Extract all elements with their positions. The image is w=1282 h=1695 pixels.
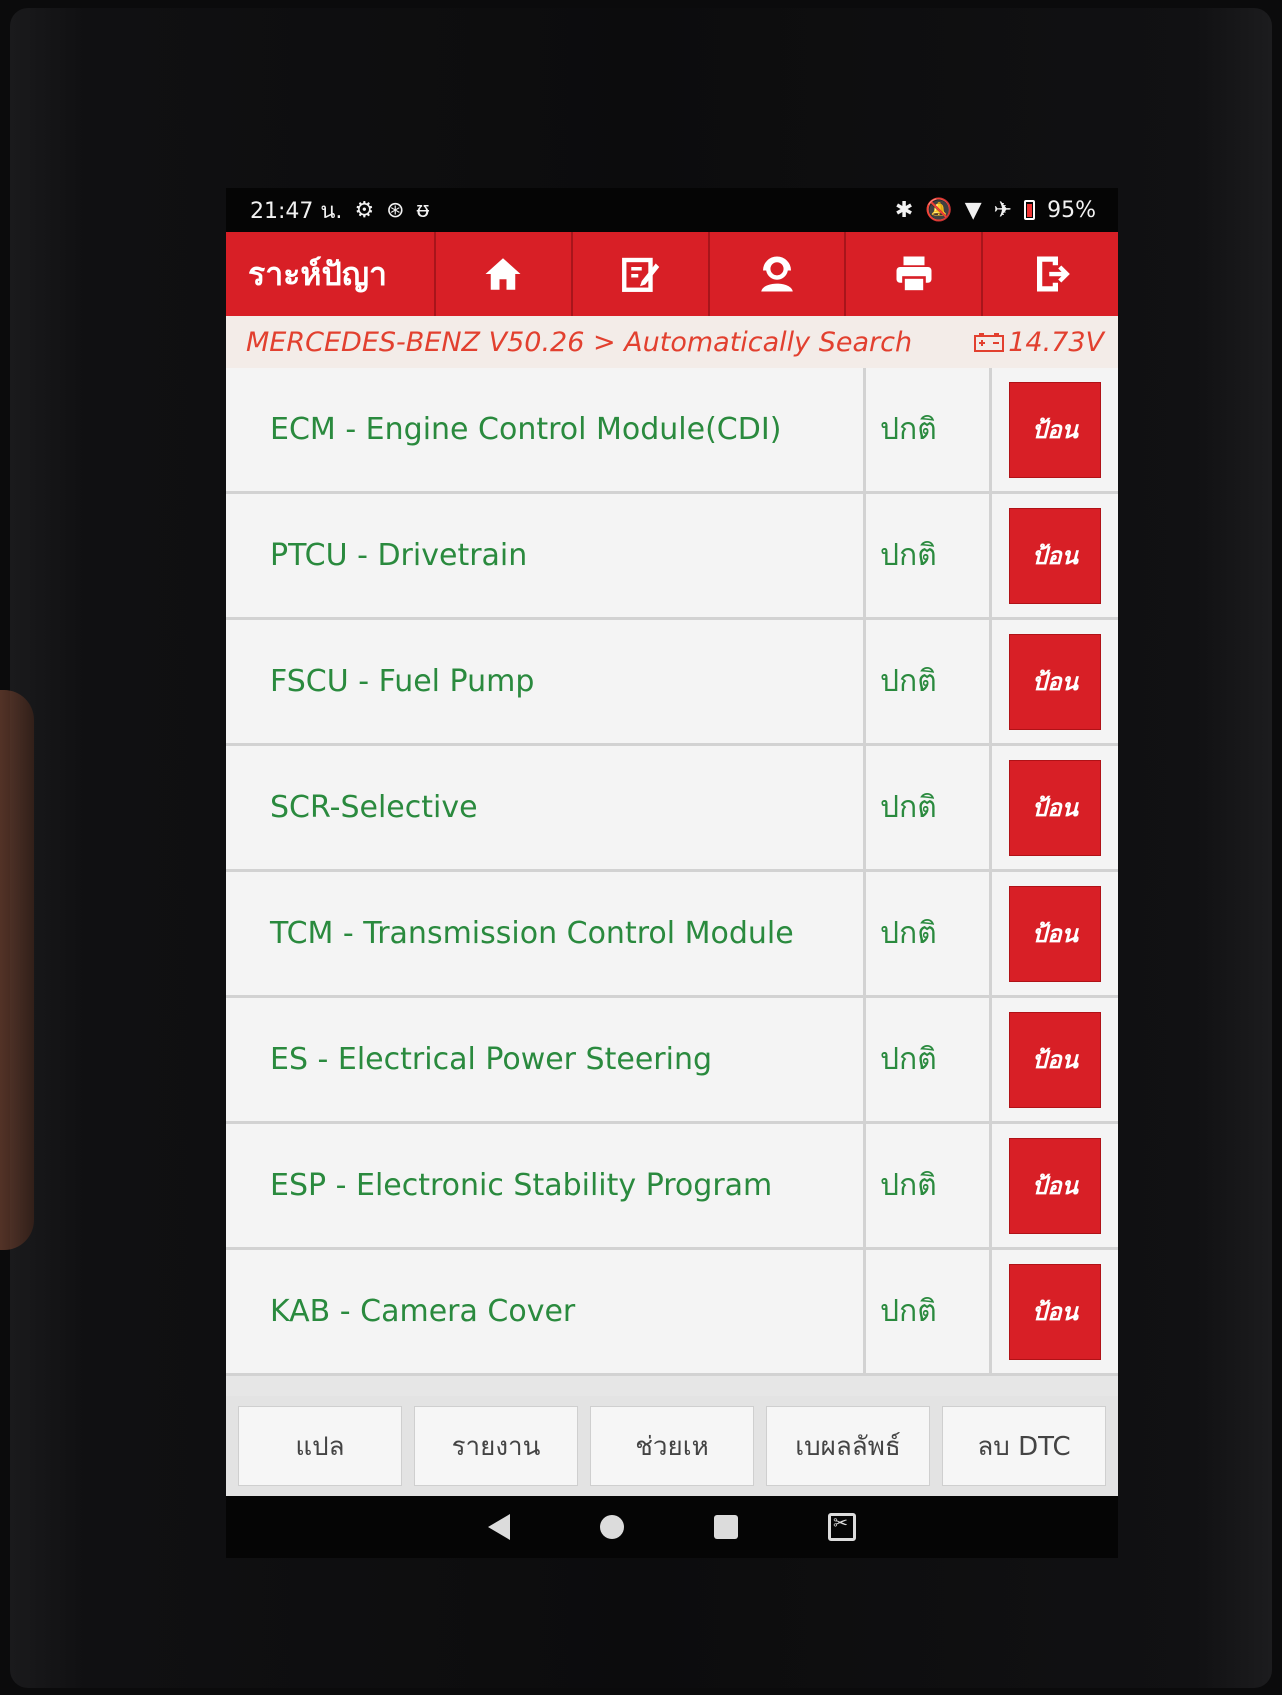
battery-voltage-icon: [974, 333, 1005, 352]
battery-icon: [1024, 200, 1036, 220]
module-status: ปกติ: [866, 998, 992, 1121]
translate-button[interactable]: แปล: [238, 1406, 402, 1486]
module-name: ESP - Electronic Stability Program: [226, 1124, 866, 1247]
bottom-action-bar: แปล รายงาน ช่วยเห เบผลลัพธ์ ลบ DTC: [226, 1396, 1118, 1496]
module-name: FSCU - Fuel Pump: [226, 620, 866, 743]
module-row[interactable]: KAB - Camera Cover ปกติ ป้อน: [226, 1250, 1118, 1376]
airplane-icon: ✈: [993, 197, 1013, 223]
mute-icon: 🔕: [925, 197, 953, 223]
wifi-icon: ▼: [964, 197, 982, 223]
voltage-value: 14.73V: [1008, 326, 1104, 358]
exit-icon: [1036, 256, 1070, 292]
module-name: ECM - Engine Control Module(CDI): [226, 368, 866, 491]
back-icon[interactable]: [488, 1514, 510, 1540]
edit-note-button[interactable]: [570, 232, 708, 316]
android-nav-bar: [226, 1496, 1118, 1558]
screenshot-icon[interactable]: [828, 1513, 856, 1541]
enter-button[interactable]: ป้อน: [1009, 885, 1101, 982]
module-row[interactable]: ECM - Engine Control Module(CDI) ปกติ ป้…: [226, 368, 1118, 494]
home-button[interactable]: [434, 232, 571, 316]
support-button[interactable]: [707, 232, 845, 316]
module-name: SCR-Selective: [226, 746, 866, 869]
support-agent-icon: [761, 256, 793, 292]
report-button[interactable]: รายงาน: [414, 1406, 578, 1486]
clock: 21:47 น.: [250, 198, 343, 224]
enter-button[interactable]: ป้อน: [1009, 1011, 1101, 1108]
recents-icon[interactable]: [714, 1515, 738, 1539]
hand-thumb: [0, 690, 34, 1250]
module-status: ปกติ: [866, 1250, 992, 1373]
module-row[interactable]: SCR-Selective ปกติ ป้อน: [226, 746, 1118, 872]
breadcrumb: MERCEDES-BENZ V50.26 > Automatically Sea…: [226, 316, 1118, 368]
edit-note-icon: [622, 257, 660, 292]
battery-level: 95%: [1047, 197, 1096, 223]
module-row[interactable]: ESP - Electronic Stability Program ปกติ …: [226, 1124, 1118, 1250]
module-status: ปกติ: [866, 746, 992, 869]
bluetooth-icon: ✱: [894, 197, 914, 223]
module-row[interactable]: FSCU - Fuel Pump ปกติ ป้อน: [226, 620, 1118, 746]
module-list: ECM - Engine Control Module(CDI) ปกติ ป้…: [226, 368, 1118, 1396]
module-status: ปกติ: [866, 872, 992, 995]
enter-button[interactable]: ป้อน: [1009, 1263, 1101, 1360]
home-nav-icon[interactable]: [600, 1515, 624, 1539]
enter-button[interactable]: ป้อน: [1009, 1137, 1101, 1234]
enter-button[interactable]: ป้อน: [1009, 759, 1101, 856]
enter-button[interactable]: ป้อน: [1009, 633, 1101, 730]
home-icon: [485, 258, 521, 290]
module-status: ปกติ: [866, 1124, 992, 1247]
module-name: KAB - Camera Cover: [226, 1250, 866, 1373]
exit-button[interactable]: [981, 232, 1118, 316]
status-bar: 21:47 น. ⚙ ⊛ ᵿ ✱ 🔕 ▼ ✈ 95%: [226, 188, 1118, 232]
module-name: PTCU - Drivetrain: [226, 494, 866, 617]
app-title: ราะห์ปัญา: [248, 254, 387, 293]
module-status: ปกติ: [866, 620, 992, 743]
help-button[interactable]: ช่วยเห: [590, 1406, 754, 1486]
module-row[interactable]: ES - Electrical Power Steering ปกติ ป้อน: [226, 998, 1118, 1124]
module-row[interactable]: TCM - Transmission Control Module ปกติ ป…: [226, 872, 1118, 998]
voltage-readout: 14.73V: [974, 327, 1104, 358]
stethoscope-icon: ᵿ: [416, 198, 430, 223]
breadcrumb-path: MERCEDES-BENZ V50.26 > Automatically Sea…: [246, 326, 913, 358]
module-status: ปกติ: [866, 494, 992, 617]
module-name: TCM - Transmission Control Module: [226, 872, 866, 995]
enter-button[interactable]: ป้อน: [1009, 381, 1101, 478]
clear-dtc-button[interactable]: ลบ DTC: [942, 1406, 1106, 1486]
module-row[interactable]: PTCU - Drivetrain ปกติ ป้อน: [226, 494, 1118, 620]
enter-button[interactable]: ป้อน: [1009, 507, 1101, 604]
results-button[interactable]: เบผลลัพธ์: [766, 1406, 930, 1486]
gear-badge-icon: ⊛: [386, 197, 405, 223]
app-toolbar: ราะห์ปัญา: [226, 232, 1118, 316]
module-status: ปกติ: [866, 368, 992, 491]
device-screen: 21:47 น. ⚙ ⊛ ᵿ ✱ 🔕 ▼ ✈ 95% ราะห์ปัญา MER…: [226, 188, 1118, 1558]
settings-icon: ⚙: [354, 197, 375, 223]
print-button[interactable]: [844, 232, 982, 316]
module-name: ES - Electrical Power Steering: [226, 998, 866, 1121]
printer-icon: [896, 256, 932, 293]
